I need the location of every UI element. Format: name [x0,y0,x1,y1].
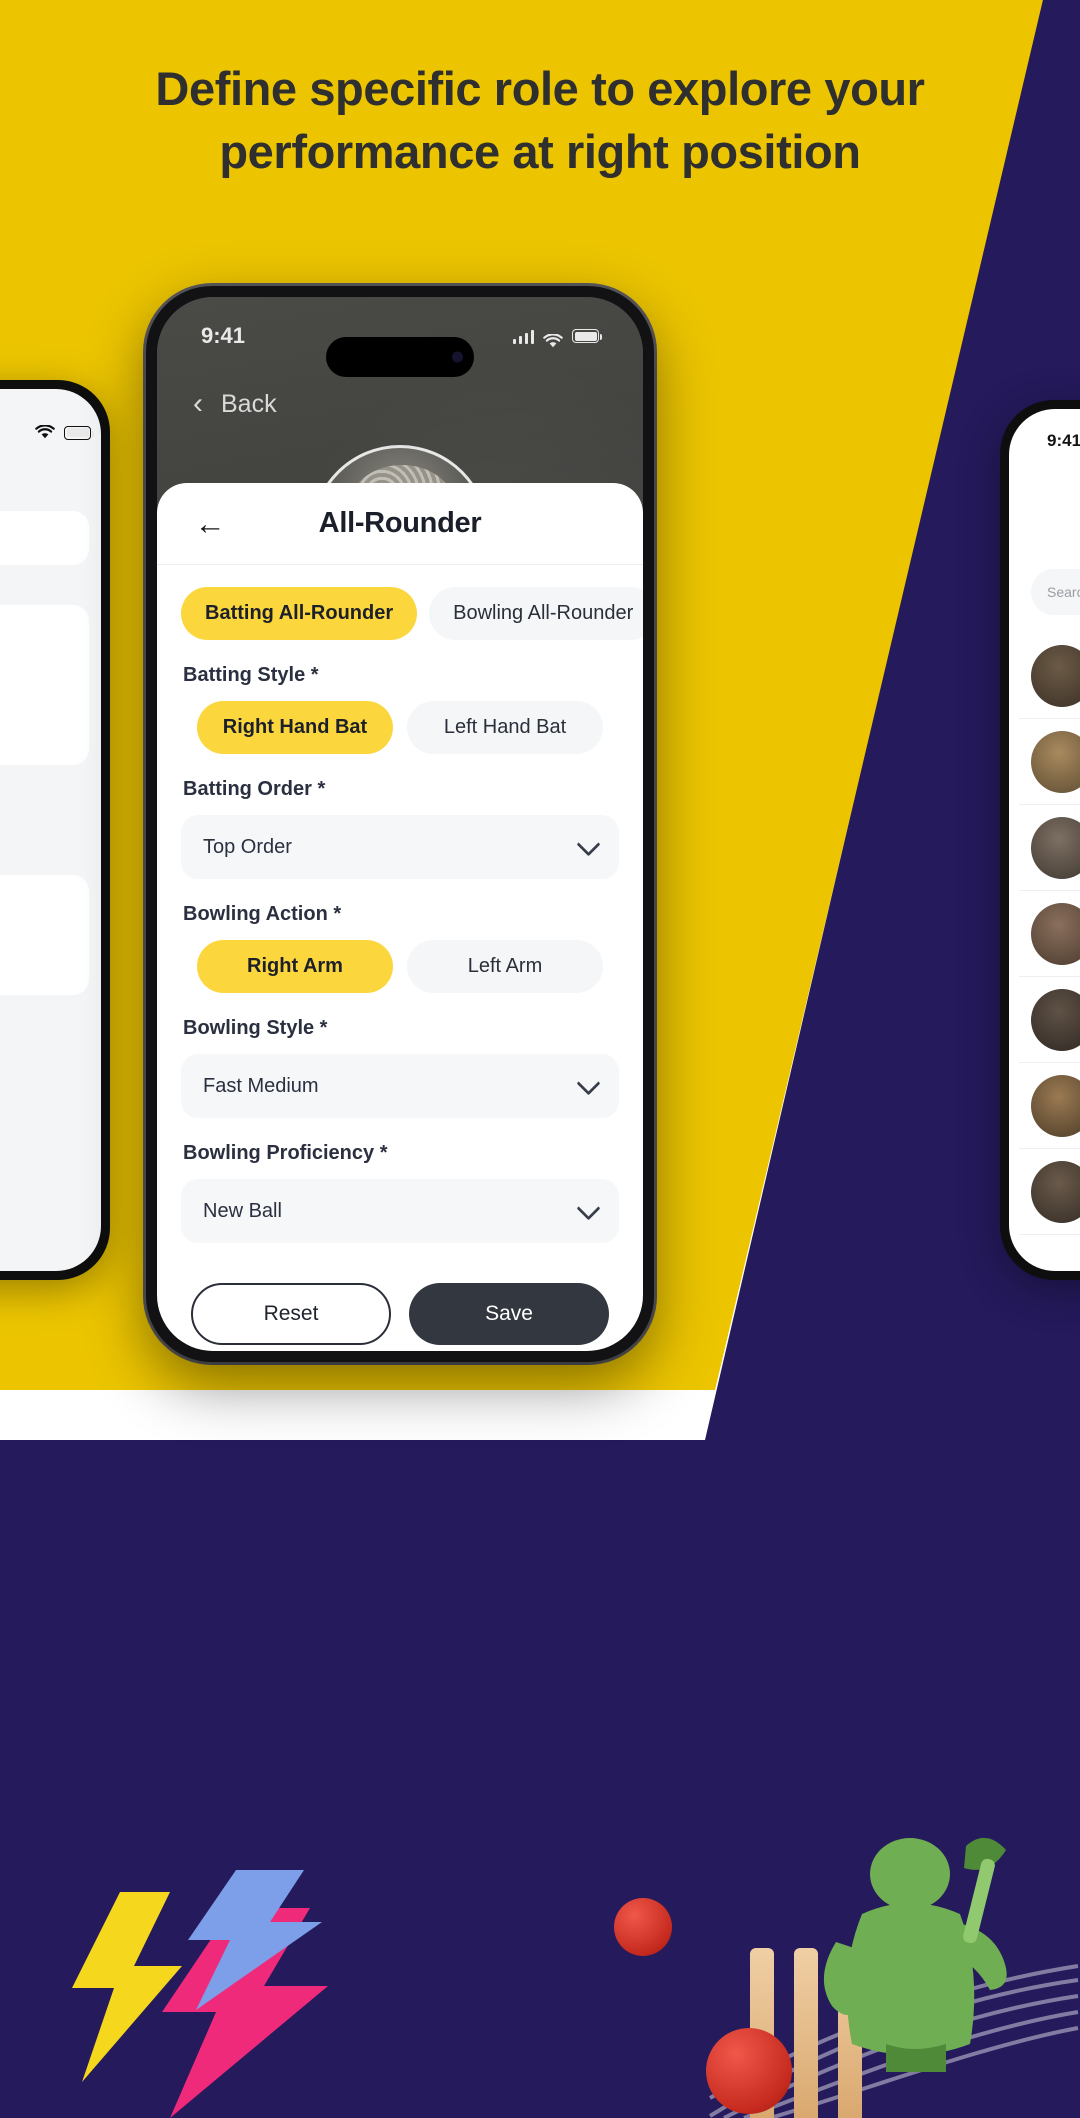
sheet-body: Batting All-Rounder Bowling All-Rounder … [157,565,643,1351]
left-phone-screen: DCC ion ompet Map DCC [0,389,101,1271]
user-avatar-3 [1031,817,1080,879]
dynamic-island [326,337,474,377]
sheet-actions: Reset Save [181,1283,619,1351]
battery-icon [64,425,94,440]
sheet-header: ← All-Rounder [157,483,643,565]
user-avatar-6 [1031,1075,1080,1137]
batting-order-select[interactable]: Top Order [181,815,619,879]
right-phone-mockup: 9:41 Searc [1000,400,1080,1280]
list-item[interactable] [1019,891,1080,977]
status-bar-icons [512,329,602,347]
list-item[interactable] [1019,633,1080,719]
role-tabs: Batting All-Rounder Bowling All-Rounder [181,587,643,640]
page-title: All-Rounder [318,507,482,539]
chevron-down-icon [576,832,601,857]
bowling-action-label: Bowling Action * [183,903,342,925]
option-right-hand-bat[interactable]: Right Hand Bat [197,701,393,754]
list-item[interactable] [1019,977,1080,1063]
user-avatar-4 [1031,903,1080,965]
right-phone-search-input[interactable]: Searc [1031,569,1080,615]
status-bar-time: 9:41 [201,323,246,348]
list-item[interactable] [1019,805,1080,891]
bowling-style-value: Fast Medium [203,1074,319,1097]
left-phone-status-icons [35,424,94,440]
left-phone-mockup: DCC ion ompet Map DCC [0,380,110,1280]
batting-order-value: Top Order [203,835,292,858]
center-phone-screen: 9:41 ‹ Back ← All-Rounder Batting All-Ro… [157,297,643,1351]
bowling-proficiency-select[interactable]: New Ball [181,1179,619,1243]
user-avatar-2 [1031,731,1080,793]
chevron-down-icon [576,1196,601,1221]
cellular-bars-icon [512,329,534,344]
right-phone-time: 9:41 [1047,431,1080,450]
role-detail-sheet: ← All-Rounder Batting All-Rounder Bowlin… [157,483,643,1351]
chevron-left-icon: ‹ [193,387,203,420]
bowling-proficiency-label: Bowling Proficiency * [183,1142,388,1164]
left-phone-list-card[interactable] [0,875,89,995]
option-right-arm[interactable]: Right Arm [197,940,393,993]
batting-style-label: Batting Style * [183,664,319,686]
batting-order-label: Batting Order * [183,778,326,800]
bowling-action-options: Right Arm Left Arm [181,940,619,993]
front-camera-icon [452,351,463,363]
tab-bowling-all-rounder[interactable]: Bowling All-Rounder [429,587,643,640]
arrow-left-icon[interactable]: ← [187,501,233,547]
bowling-style-select[interactable]: Fast Medium [181,1054,619,1118]
reset-button[interactable]: Reset [191,1283,391,1345]
tab-batting-all-rounder[interactable]: Batting All-Rounder [181,587,418,640]
screenshot-stage: Define specific role to explore your per… [0,0,1080,2118]
bowling-style-label: Bowling Style * [183,1017,328,1039]
list-item[interactable] [1019,1063,1080,1149]
option-left-arm[interactable]: Left Arm [407,940,603,993]
wifi-icon [543,329,563,347]
center-phone-mockup: 9:41 ‹ Back ← All-Rounder Batting All-Ro… [146,286,654,1362]
batting-style-options: Right Hand Bat Left Hand Bat [181,701,619,754]
chevron-down-icon [576,1071,601,1096]
nav-back-label: Back [221,389,277,418]
user-avatar-5 [1031,989,1080,1051]
bowling-proficiency-value: New Ball [203,1199,282,1222]
option-left-hand-bat[interactable]: Left Hand Bat [407,701,603,754]
page-headline: Define specific role to explore your per… [155,62,925,178]
left-phone-banner-card[interactable] [0,605,89,765]
nav-back-button[interactable]: ‹ Back [193,389,277,419]
left-phone-search-card[interactable] [0,511,89,565]
battery-icon [572,329,602,343]
list-item[interactable] [1019,719,1080,805]
user-avatar-7 [1031,1161,1080,1223]
save-button[interactable]: Save [409,1283,609,1345]
user-avatar-1 [1031,645,1080,707]
right-phone-screen: 9:41 Searc [1009,409,1080,1271]
wifi-icon [35,424,55,440]
list-item[interactable] [1019,1149,1080,1235]
